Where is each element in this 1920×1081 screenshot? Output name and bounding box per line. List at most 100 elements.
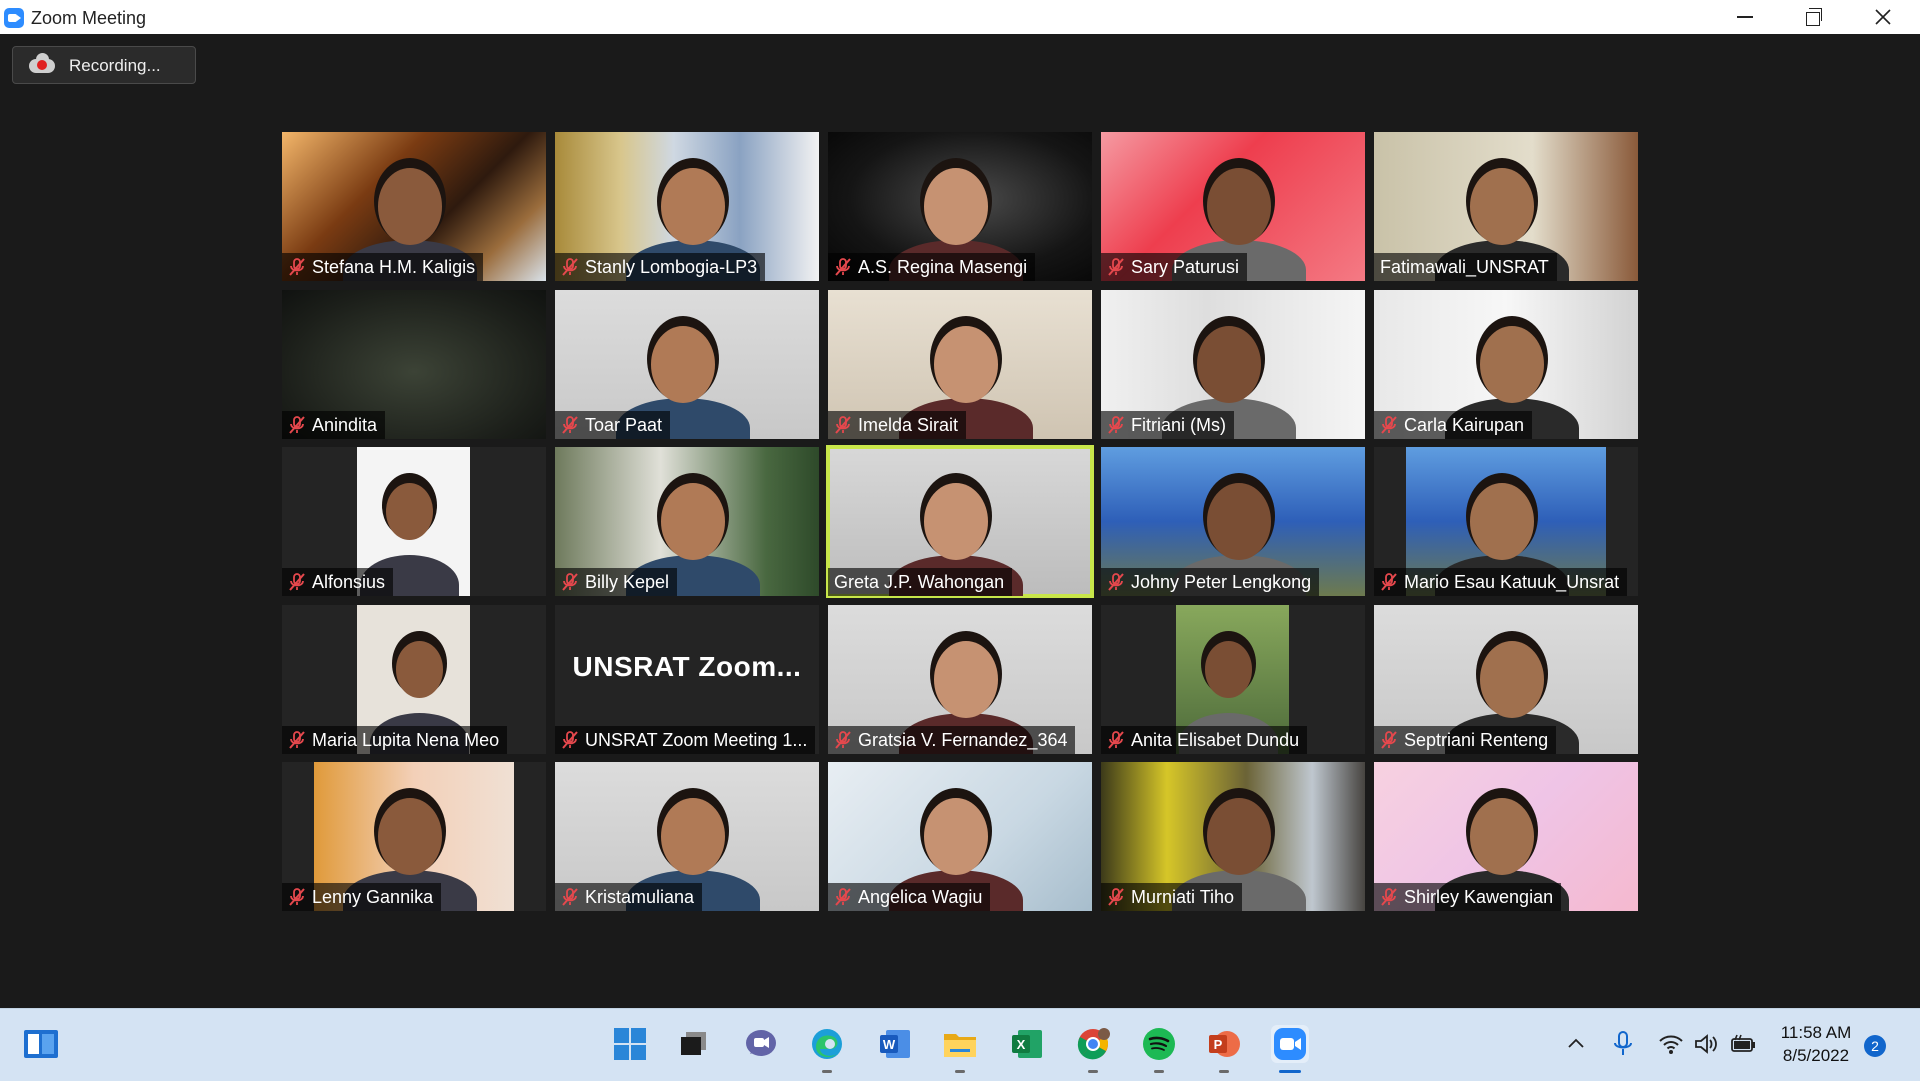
participant-name: UNSRAT Zoom Meeting 1... [585,729,808,750]
participant-tile[interactable]: Lenny Gannika [282,762,546,911]
muted-microphone-icon [562,573,578,591]
notification-badge[interactable]: 2 [1864,1035,1886,1057]
participant-name: Fitriani (Ms) [1131,414,1226,435]
participant-name-bar: Carla Kairupan [1374,411,1533,439]
participant-tile[interactable]: Stanly Lombogia-LP3 [555,132,819,281]
participant-tile[interactable]: Alfonsius [282,447,546,596]
show-hidden-icons-button[interactable] [1557,1025,1595,1063]
participant-name-bar: Stanly Lombogia-LP3 [555,253,766,281]
participant-name-bar: A.S. Regina Masengi [828,253,1036,281]
muted-microphone-icon [289,888,305,906]
participant-name-bar: Alfonsius [282,568,394,596]
taskbar-file-explorer-button[interactable] [941,1025,979,1073]
participant-tile[interactable]: Fatimawali_UNSRAT [1374,132,1638,281]
task-view-icon [681,1032,706,1055]
svg-text:X: X [1017,1037,1026,1052]
participant-name-bar: Anita Elisabet Dundu [1101,726,1308,754]
taskbar-zoom-button[interactable] [1271,1025,1309,1073]
participant-name-bar: Mario Esau Katuuk_Unsrat [1374,568,1628,596]
close-button[interactable] [1853,0,1913,34]
participant-name: Angelica Wagiu [858,886,983,907]
participant-tile[interactable]: Fitriani (Ms) [1101,290,1365,439]
participant-tile[interactable]: Toar Paat [555,290,819,439]
participant-tile[interactable]: Carla Kairupan [1374,290,1638,439]
taskbar-start-button[interactable] [611,1025,649,1063]
running-indicator [1219,1070,1229,1073]
participant-tile[interactable]: Mario Esau Katuuk_Unsrat [1374,447,1638,596]
taskbar-edge-button[interactable] [808,1025,846,1073]
minimize-button[interactable] [1715,0,1775,34]
powerpoint-icon: P [1209,1031,1240,1057]
participant-tile[interactable]: Anindita [282,290,546,439]
participant-tile[interactable]: Imelda Sirait [828,290,1092,439]
participant-display-name-large: UNSRAT Zoom... [572,651,802,682]
windows-start-icon [614,1028,646,1060]
participant-name: Anindita [312,414,378,435]
taskbar-powerpoint-button[interactable]: P [1205,1025,1243,1073]
network-button[interactable] [1652,1025,1690,1063]
minimize-icon [1737,16,1753,18]
zoom-icon [1274,1028,1306,1060]
participant-tile[interactable]: Anita Elisabet Dundu [1101,605,1365,754]
participant-name-bar: Toar Paat [555,411,671,439]
participant-name-bar: Lenny Gannika [282,883,442,911]
participant-name: Greta J.P. Wahongan [834,571,1005,592]
participant-tile[interactable]: Maria Lupita Nena Meo [282,605,546,754]
edge-icon [812,1029,842,1059]
taskbar-chat-button[interactable] [742,1025,780,1063]
taskbar-chrome-button[interactable] [1074,1025,1112,1073]
participant-tile[interactable]: Septriani Renteng [1374,605,1638,754]
taskbar-spotify-button[interactable] [1140,1025,1178,1073]
muted-microphone-icon [289,416,305,434]
participant-tile[interactable]: Angelica Wagiu [828,762,1092,911]
participant-name-bar: Billy Kepel [555,568,678,596]
restore-button[interactable] [1783,0,1843,34]
participant-tile[interactable]: Gratsia V. Fernandez_364 [828,605,1092,754]
participant-name-bar: Sary Paturusi [1101,253,1248,281]
participant-tile[interactable]: Johny Peter Lengkong [1101,447,1365,596]
widgets-button[interactable] [22,1025,60,1063]
taskbar-excel-button[interactable]: X [1008,1025,1046,1063]
participant-name-bar: Maria Lupita Nena Meo [282,726,508,754]
participant-name-bar: Johny Peter Lengkong [1101,568,1320,596]
microphone-icon [1614,1031,1632,1055]
muted-microphone-icon [1381,888,1397,906]
system-clock[interactable]: 11:58 AM 8/5/2022 [1776,1021,1856,1067]
restore-icon [1806,8,1822,26]
widgets-icon [24,1030,58,1058]
muted-microphone-icon [289,731,305,749]
participant-tile-active-speaker[interactable]: Greta J.P. Wahongan [826,445,1094,598]
participant-name: Mario Esau Katuuk_Unsrat [1404,571,1620,592]
muted-microphone-icon [562,731,578,749]
participant-tile[interactable]: Kristamuliana [555,762,819,911]
participant-tile[interactable]: Shirley Kawengian [1374,762,1638,911]
participant-name-bar: Gratsia V. Fernandez_364 [828,726,1076,754]
active-indicator [1279,1070,1301,1073]
participant-name: Gratsia V. Fernandez_364 [858,729,1068,750]
taskbar-word-button[interactable]: W [876,1025,914,1063]
windows-taskbar: W X P 11:58 AM 8/5/2022 2 [0,1008,1920,1081]
recording-indicator[interactable]: Recording... [12,46,196,84]
window-title: Zoom Meeting [31,8,147,28]
clock-date: 8/5/2022 [1782,1046,1850,1065]
participant-tile[interactable]: Stefana H.M. Kaligis [282,132,546,281]
participant-name: Stefana H.M. Kaligis [312,256,476,277]
participant-tile[interactable]: Sary Paturusi [1101,132,1365,281]
muted-microphone-icon [1108,888,1124,906]
muted-microphone-icon [289,258,305,276]
participant-tile[interactable]: Murniati Tiho [1101,762,1365,911]
participant-name-bar: Imelda Sirait [828,411,967,439]
title-bar: Zoom Meeting [0,0,1920,34]
taskbar-task-view-button[interactable] [675,1025,713,1063]
microphone-button[interactable] [1604,1025,1642,1063]
svg-text:P: P [1214,1037,1223,1052]
muted-microphone-icon [835,888,851,906]
participant-tile[interactable]: UNSRAT Zoom... UNSRAT Zoom Meeting 1... [555,605,819,754]
participant-tile[interactable]: Billy Kepel [555,447,819,596]
participant-tile[interactable]: A.S. Regina Masengi [828,132,1092,281]
muted-microphone-icon [1381,416,1397,434]
participant-name-bar: Shirley Kawengian [1374,883,1562,911]
volume-button[interactable] [1688,1025,1726,1063]
participant-name: Sary Paturusi [1131,256,1240,277]
battery-button[interactable] [1724,1025,1762,1063]
